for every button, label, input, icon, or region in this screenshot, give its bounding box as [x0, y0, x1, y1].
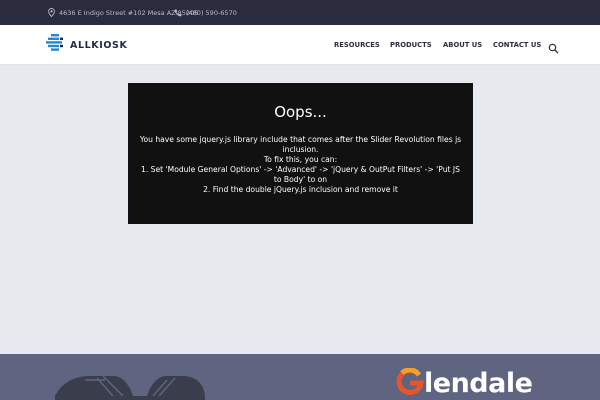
phone-icon	[174, 9, 182, 17]
nav-about-us[interactable]: ABOUT US	[443, 25, 482, 65]
error-line: 1. Set 'Module General Options' -> 'Adva…	[141, 165, 460, 184]
glendale-text: lendale	[424, 368, 533, 399]
glendale-g-icon	[396, 367, 424, 400]
top-info-bar: 4636 E Indigo Street #102 Mesa AZ 85205 …	[0, 0, 600, 25]
nav-contact-us[interactable]: CONTACT US	[493, 25, 541, 65]
error-line: To fix this, you can:	[263, 155, 338, 164]
location-pin-icon	[48, 8, 55, 17]
site-logo[interactable]: ALLKIOSK	[46, 31, 127, 59]
partners-strip: lendale	[0, 354, 600, 400]
nav-products[interactable]: PRODUCTS	[390, 25, 432, 65]
error-line: You have some jquery.js library include …	[139, 135, 462, 154]
site-header: ALLKIOSK RESOURCES PRODUCTS ABOUT US CON…	[0, 25, 600, 65]
partner-logo-left	[55, 370, 205, 400]
phone-text[interactable]: (480) 590-6570	[186, 9, 237, 17]
logo-text: ALLKIOSK	[70, 39, 128, 51]
error-body: You have some jquery.js library include …	[138, 135, 463, 195]
partner-logo-glendale: lendale	[396, 367, 533, 400]
error-title: Oops...	[274, 103, 327, 121]
error-line: 2. Find the double jQuery.js inclusion a…	[203, 185, 398, 194]
phone-info[interactable]: (480) 590-6570	[174, 0, 237, 25]
slider-error-message: Oops... You have some jquery.js library …	[128, 83, 473, 224]
nav-resources[interactable]: RESOURCES	[334, 25, 380, 65]
search-icon[interactable]	[548, 39, 559, 54]
allkiosk-logo-icon	[46, 33, 66, 57]
